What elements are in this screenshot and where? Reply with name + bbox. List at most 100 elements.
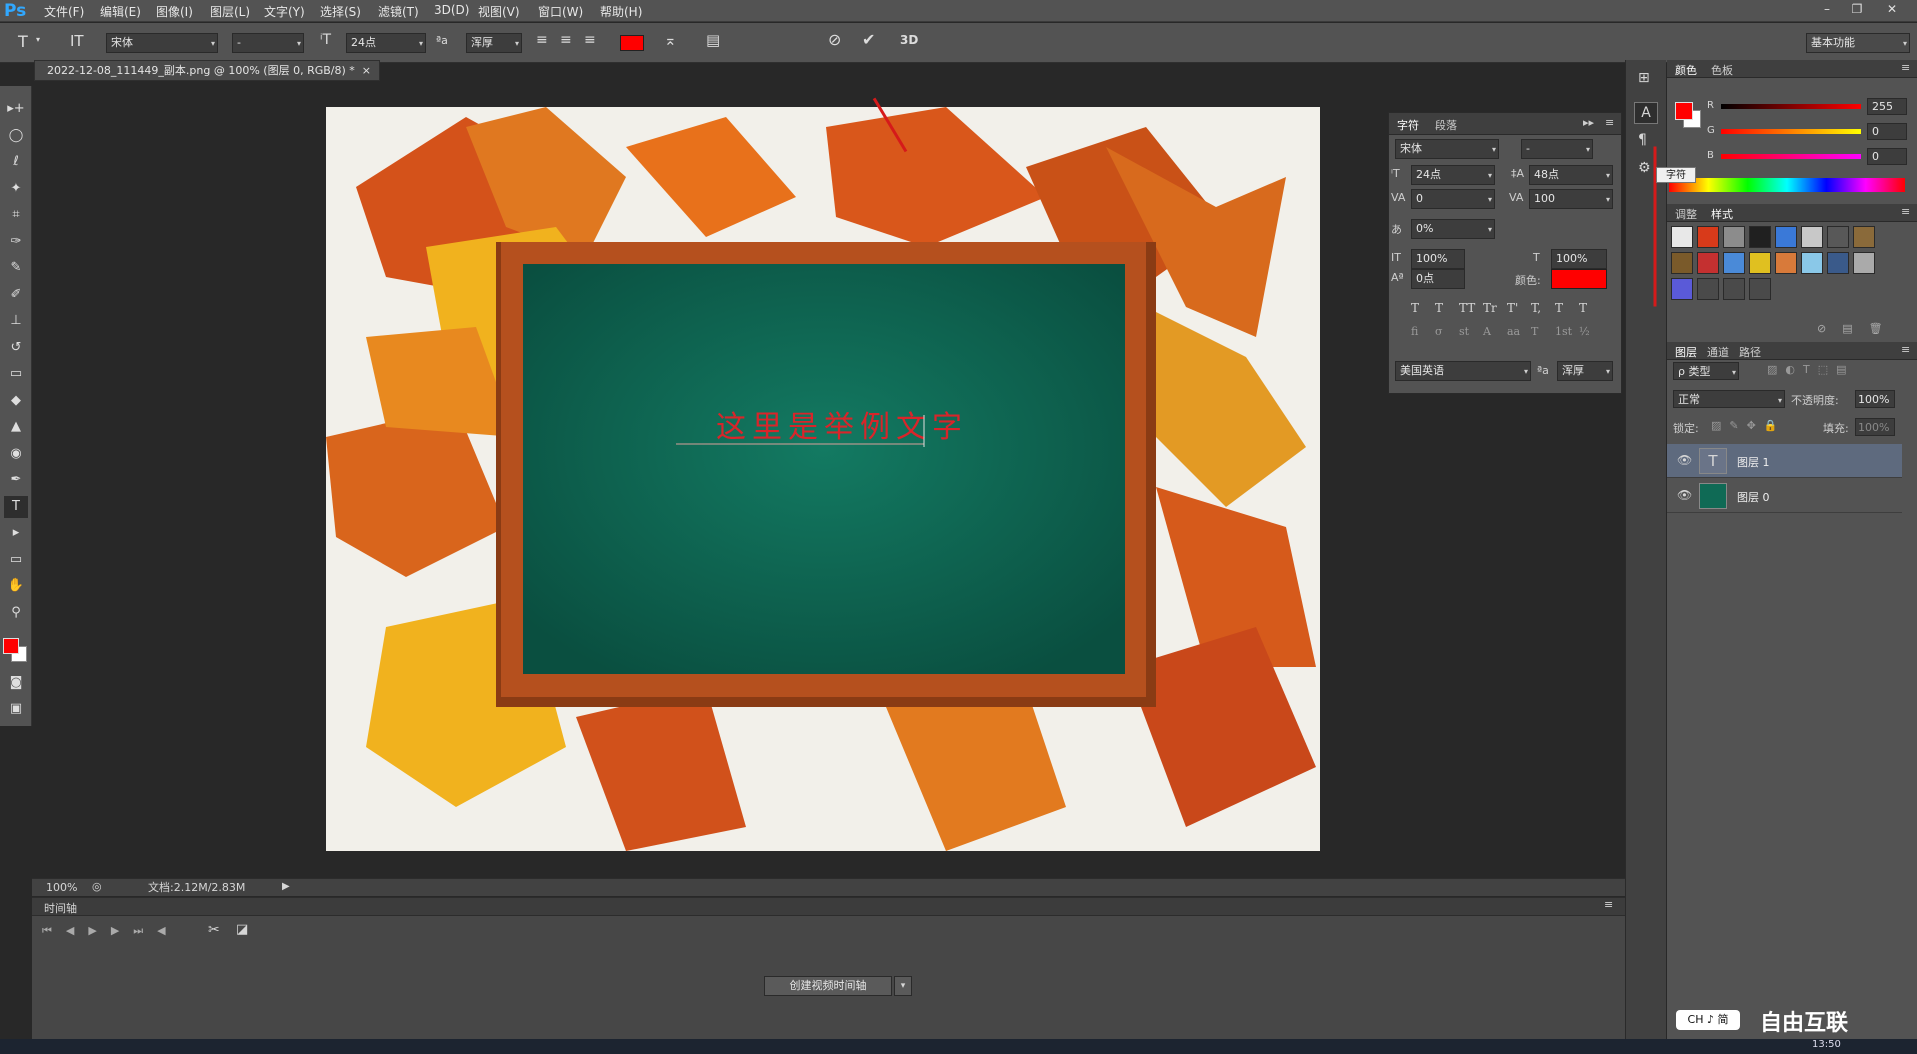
blur-tool-icon[interactable]: ▲ [4, 416, 28, 438]
path-select-icon[interactable]: ▸ [4, 522, 28, 544]
style-swatch[interactable] [1801, 226, 1823, 248]
tab-color[interactable]: 颜色 [1675, 62, 1697, 78]
align-right-icon[interactable]: ≡ [584, 32, 596, 48]
workspace-select[interactable]: 基本功能 ▾ [1806, 33, 1910, 53]
menu-item-3[interactable]: 图层(L) [210, 3, 250, 20]
tab-layers[interactable]: 图层 [1675, 344, 1697, 360]
tab-paragraph[interactable]: 段落 [1435, 117, 1457, 133]
channel-value-field[interactable]: 0 [1867, 148, 1907, 165]
type-style-button[interactable]: TT [1459, 301, 1475, 315]
opentype-button[interactable]: fi [1411, 325, 1418, 338]
type-style-button[interactable]: T' [1507, 301, 1518, 315]
eraser-icon[interactable]: ▭ [4, 363, 28, 385]
text-orientation-icon[interactable]: IT [70, 32, 84, 50]
tool-preset-dropdown-icon[interactable]: ▾ [36, 35, 40, 44]
panel-menu-icon[interactable]: ≡ [1901, 205, 1910, 218]
style-swatch[interactable] [1723, 252, 1745, 274]
cancel-icon[interactable]: ⊘ [828, 30, 841, 49]
align-center-icon[interactable]: ≡ [560, 32, 572, 48]
opentype-button[interactable]: ½ [1579, 325, 1590, 338]
style-swatch[interactable] [1827, 252, 1849, 274]
char-font-family-select[interactable]: 宋体 ▾ [1395, 139, 1499, 159]
type-style-button[interactable]: T [1435, 301, 1443, 315]
paint-bucket-icon[interactable]: ◆ [4, 390, 28, 412]
dodge-tool-icon[interactable]: ◉ [4, 443, 28, 465]
char-vertical-scale-field[interactable]: 100% [1411, 249, 1465, 269]
create-video-timeline-button[interactable]: 创建视频时间轴 [764, 976, 892, 996]
layer-filter-icons[interactable]: ▨◐T⬚▤ [1767, 363, 1855, 376]
style-swatch[interactable] [1749, 226, 1771, 248]
brush-tool-icon[interactable]: ✐ [4, 284, 28, 306]
type-tool-icon[interactable]: T [4, 495, 28, 518]
zoom-level[interactable]: 100% [46, 880, 77, 896]
opentype-button[interactable]: A [1483, 325, 1491, 338]
lasso-tool-icon[interactable]: ℓ [4, 151, 28, 173]
menu-item-6[interactable]: 滤镜(T) [378, 3, 419, 20]
paragraph-panel-icon[interactable]: ¶ [1638, 132, 1647, 148]
menu-item-5[interactable]: 选择(S) [320, 3, 361, 20]
magic-wand-icon[interactable]: ✦ [4, 178, 28, 200]
text-color-swatch[interactable] [620, 35, 644, 51]
check-icon[interactable]: ✔ [862, 30, 875, 49]
menu-item-7[interactable]: 3D(D) [434, 3, 469, 17]
status-icon[interactable]: ◎ [92, 879, 102, 895]
opentype-button[interactable]: σ [1435, 325, 1443, 338]
char-size-field[interactable]: 24点 ▾ [1411, 165, 1495, 185]
hand-tool-icon[interactable]: ✋ [4, 575, 28, 597]
status-menu-arrow-icon[interactable]: ▶ [282, 879, 290, 895]
type-style-button[interactable]: Tr [1483, 301, 1497, 315]
style-swatch[interactable] [1723, 278, 1745, 300]
history-brush-icon[interactable]: ↺ [4, 337, 28, 359]
panel-menu-icon[interactable]: ≡ [1604, 898, 1613, 911]
close-button[interactable]: ✕ [1877, 0, 1907, 18]
transition-icon[interactable]: ◪ [236, 922, 248, 937]
history-icon[interactable]: ⊞ [1638, 70, 1650, 86]
char-spacing-field[interactable]: 0% ▾ [1411, 219, 1495, 239]
type-style-button[interactable]: T [1555, 301, 1563, 315]
type-style-button[interactable]: T, [1531, 301, 1541, 315]
type-tool-icon[interactable]: T [18, 32, 28, 51]
char-horizontal-scale-field[interactable]: 100% [1551, 249, 1607, 269]
visibility-eye-icon[interactable]: 👁 [1677, 488, 1692, 502]
layer-row[interactable]: 👁 T 图层 1 [1667, 444, 1902, 478]
tab-channels[interactable]: 通道 [1707, 344, 1729, 360]
character-panel-icon[interactable]: A [1634, 102, 1658, 124]
fill-field[interactable]: 100% [1855, 418, 1895, 436]
style-swatch[interactable] [1775, 226, 1797, 248]
marquee-tool-icon[interactable]: ◯ [4, 125, 28, 147]
foreground-color-icon[interactable] [3, 638, 19, 654]
channel-value-field[interactable]: 255 [1867, 98, 1907, 115]
channel-slider[interactable] [1721, 104, 1861, 109]
style-swatch[interactable] [1697, 252, 1719, 274]
minimize-button[interactable]: – [1812, 0, 1842, 18]
blend-mode-select[interactable]: 正常 ▾ [1673, 390, 1785, 408]
opacity-field[interactable]: 100% [1855, 390, 1895, 408]
settings-icon[interactable]: ⚙ [1638, 160, 1651, 176]
restore-button[interactable]: ❐ [1842, 0, 1872, 18]
panel-menu-icon[interactable]: ≡ [1901, 61, 1910, 74]
canvas[interactable]: 这里是举例文字 [326, 107, 1320, 851]
menu-item-2[interactable]: 图像(I) [156, 3, 193, 20]
pen-tool-icon[interactable]: ✒ [4, 469, 28, 491]
layer-row[interactable]: 👁 图层 0 [1667, 479, 1902, 513]
ime-indicator[interactable]: CH ♪ 简 [1676, 1010, 1740, 1030]
opentype-button[interactable]: 1st [1555, 325, 1572, 338]
warp-text-icon[interactable]: ⌅ [664, 31, 677, 49]
style-swatch[interactable] [1749, 252, 1771, 274]
close-tab-icon[interactable]: × [362, 61, 371, 80]
channel-slider[interactable] [1721, 129, 1861, 134]
foreground-color-swatch[interactable] [1675, 102, 1693, 120]
align-left-icon[interactable]: ≡ [536, 32, 548, 48]
tab-paths[interactable]: 路径 [1739, 344, 1761, 360]
panel-menu-icon[interactable]: ≡ [1901, 343, 1910, 356]
text-layer-content[interactable]: 这里是举例文字 [716, 410, 968, 445]
channel-value-field[interactable]: 0 [1867, 123, 1907, 140]
style-swatch[interactable] [1775, 252, 1797, 274]
shape-tool-icon[interactable]: ▭ [4, 549, 28, 571]
style-swatch[interactable] [1671, 278, 1693, 300]
crop-tool-icon[interactable]: ⌗ [4, 204, 28, 226]
opentype-button[interactable]: st [1459, 325, 1469, 338]
tab-swatches[interactable]: 色板 [1711, 62, 1733, 78]
eyedropper-icon[interactable]: ✑ [4, 231, 28, 253]
char-color-swatch[interactable] [1551, 269, 1607, 289]
